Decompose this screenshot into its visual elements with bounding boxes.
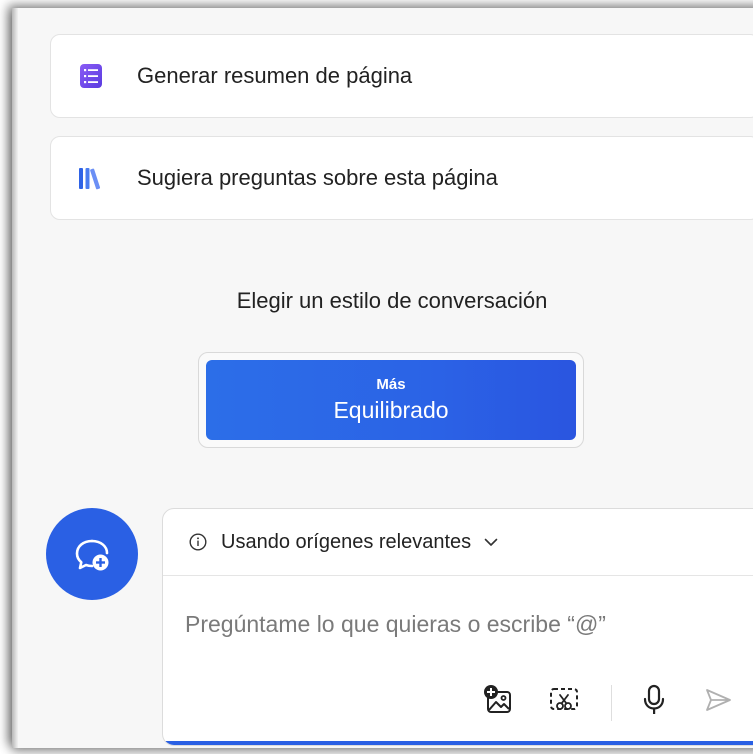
style-name: Equilibrado (333, 397, 449, 423)
send-icon (706, 689, 731, 711)
microphone-button[interactable] (637, 683, 671, 717)
summarize-page-suggestion[interactable]: Generar resumen de página (50, 34, 753, 118)
suggest-questions-label: Sugiera preguntas sobre esta página (137, 165, 498, 190)
sources-label: Usando orígenes relevantes (221, 530, 472, 553)
screenshot-button[interactable] (547, 683, 581, 717)
balanced-style-button[interactable]: Más Equilibrado (206, 360, 576, 440)
screenshot-scissors-icon (550, 688, 578, 710)
copilot-panel: Generar resumen de página Sugiera pregun… (12, 8, 753, 748)
send-button[interactable] (701, 683, 735, 717)
add-image-button[interactable] (481, 683, 515, 717)
chat-composer: Usando orígenes relevantes Pregúntame lo… (162, 508, 753, 746)
style-prefix: Más (376, 376, 406, 393)
conversation-style-selector: Más Equilibrado (198, 352, 584, 448)
microphone-icon (643, 684, 665, 714)
conversation-style-title: Elegir un estilo de conversación (236, 288, 548, 313)
toolbar-divider (611, 685, 612, 721)
suggest-questions-suggestion[interactable]: Sugiera preguntas sobre esta página (50, 136, 753, 220)
books-icon (77, 164, 105, 192)
new-chat-icon (75, 539, 109, 571)
sources-dropdown[interactable]: Usando orígenes relevantes (163, 509, 753, 576)
chevron-down-icon (484, 538, 498, 546)
summarize-page-label: Generar resumen de página (137, 63, 413, 88)
composer-focus-bar (163, 741, 753, 745)
list-document-icon (77, 62, 105, 90)
info-icon (189, 533, 207, 551)
new-topic-button[interactable] (46, 508, 138, 600)
panel-edge-shadow (12, 8, 18, 748)
add-image-icon (484, 685, 511, 713)
chat-input[interactable]: Pregúntame lo que quieras o escribe “@” (185, 611, 606, 638)
